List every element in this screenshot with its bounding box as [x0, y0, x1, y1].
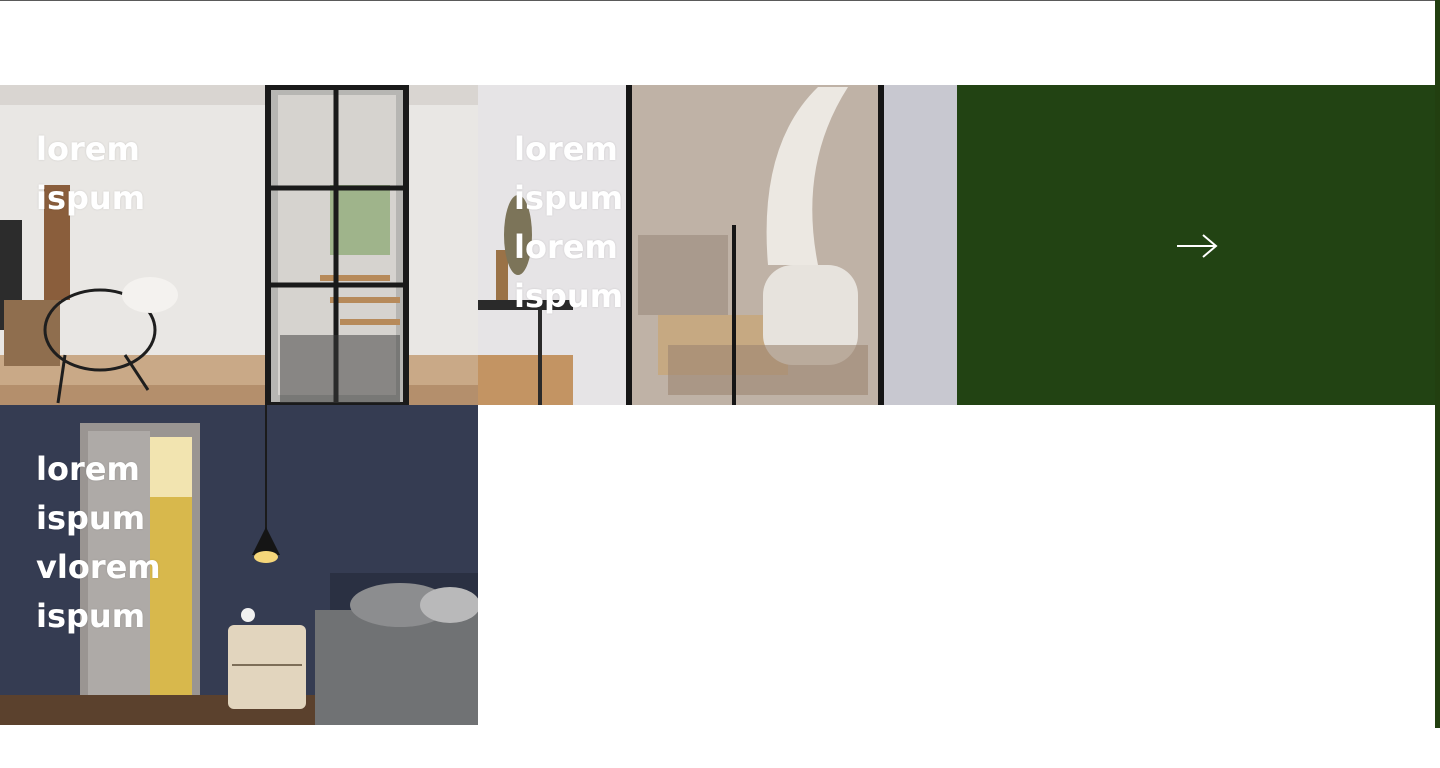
caption-line: lorem: [514, 130, 618, 168]
caption-line: lorem: [514, 228, 618, 266]
next-button[interactable]: [957, 85, 1435, 405]
caption-line: lorem: [36, 450, 140, 488]
gallery-tile-staircase[interactable]: lorem ispum lorem ispum: [478, 85, 957, 405]
tile-caption: lorem ispum lorem ispum: [514, 125, 654, 321]
top-divider: [0, 0, 1436, 1]
caption-line: ispum: [514, 277, 624, 315]
caption-line: lorem: [36, 130, 140, 168]
caption-line: ispum: [36, 597, 146, 635]
tile-caption: lorem ispum vlorem ispum: [36, 445, 176, 641]
caption-line: ispum: [514, 179, 624, 217]
caption-line: ispum: [36, 499, 146, 537]
gallery-tile-bedroom[interactable]: lorem ispum vlorem ispum: [0, 405, 478, 725]
caption-line: ispum: [36, 179, 146, 217]
right-edge-bar: [1435, 0, 1440, 728]
gallery-tile-glass-door[interactable]: lorem ispum: [0, 85, 478, 405]
page: lorem ispum lorem ispum lorem ispum lore…: [0, 0, 1440, 768]
arrow-right-icon: [1177, 234, 1218, 258]
caption-line: vlorem: [36, 548, 161, 586]
tile-caption: lorem ispum: [36, 125, 176, 223]
